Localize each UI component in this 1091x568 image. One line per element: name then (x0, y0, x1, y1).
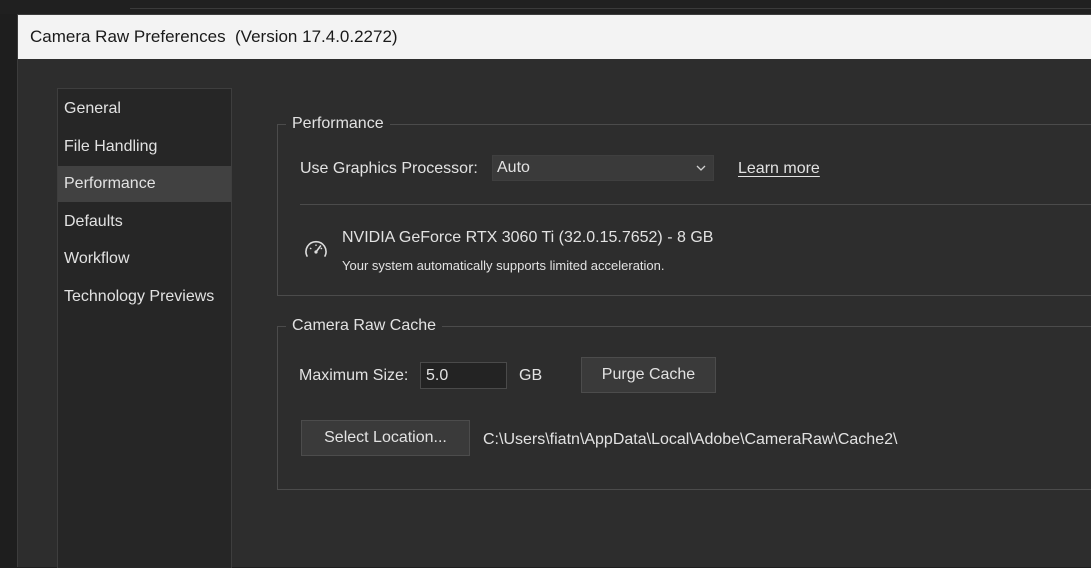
cache-location-path: C:\Users\fiatn\AppData\Local\Adobe\Camer… (483, 431, 898, 448)
purge-cache-button[interactable]: Purge Cache (581, 357, 716, 393)
learn-more-link[interactable]: Learn more (738, 159, 820, 179)
gpu-status: Your system automatically supports limit… (342, 258, 665, 273)
gpu-label: Use Graphics Processor: (300, 160, 478, 177)
gpu-select[interactable]: Auto (492, 155, 714, 181)
sidebar-item-performance[interactable]: Performance (58, 166, 231, 202)
max-size-unit: GB (519, 367, 543, 384)
gpu-name: NVIDIA GeForce RTX 3060 Ti (32.0.15.7652… (342, 229, 714, 246)
background-app-edge (0, 0, 1091, 14)
performance-divider (300, 204, 1091, 205)
gpu-select-value: Auto (497, 159, 530, 176)
sidebar-item-workflow[interactable]: Workflow (58, 241, 231, 277)
performance-group: Performance Use Graphics Processor: Auto… (277, 114, 1091, 296)
chevron-down-icon (696, 165, 706, 171)
max-size-label: Maximum Size: (299, 367, 409, 384)
sidebar-item-general[interactable]: General (58, 91, 231, 127)
cache-group: Camera Raw Cache Maximum Size: 5.0 GB Pu… (277, 316, 1091, 490)
max-size-input[interactable]: 5.0 (420, 362, 507, 389)
preferences-sidebar: General File Handling Performance Defaul… (57, 88, 232, 568)
sidebar-item-file-handling[interactable]: File Handling (58, 129, 231, 165)
dialog-title: Camera Raw Preferences (Version 17.4.0.2… (18, 15, 1091, 59)
select-location-button[interactable]: Select Location... (301, 420, 470, 456)
cache-group-title: Camera Raw Cache (286, 316, 443, 336)
sidebar-item-technology-previews[interactable]: Technology Previews (58, 279, 231, 315)
performance-group-title: Performance (286, 114, 390, 134)
preferences-dialog: Camera Raw Preferences (Version 17.4.0.2… (17, 14, 1091, 568)
gauge-icon (305, 240, 327, 257)
sidebar-item-defaults[interactable]: Defaults (58, 204, 231, 240)
